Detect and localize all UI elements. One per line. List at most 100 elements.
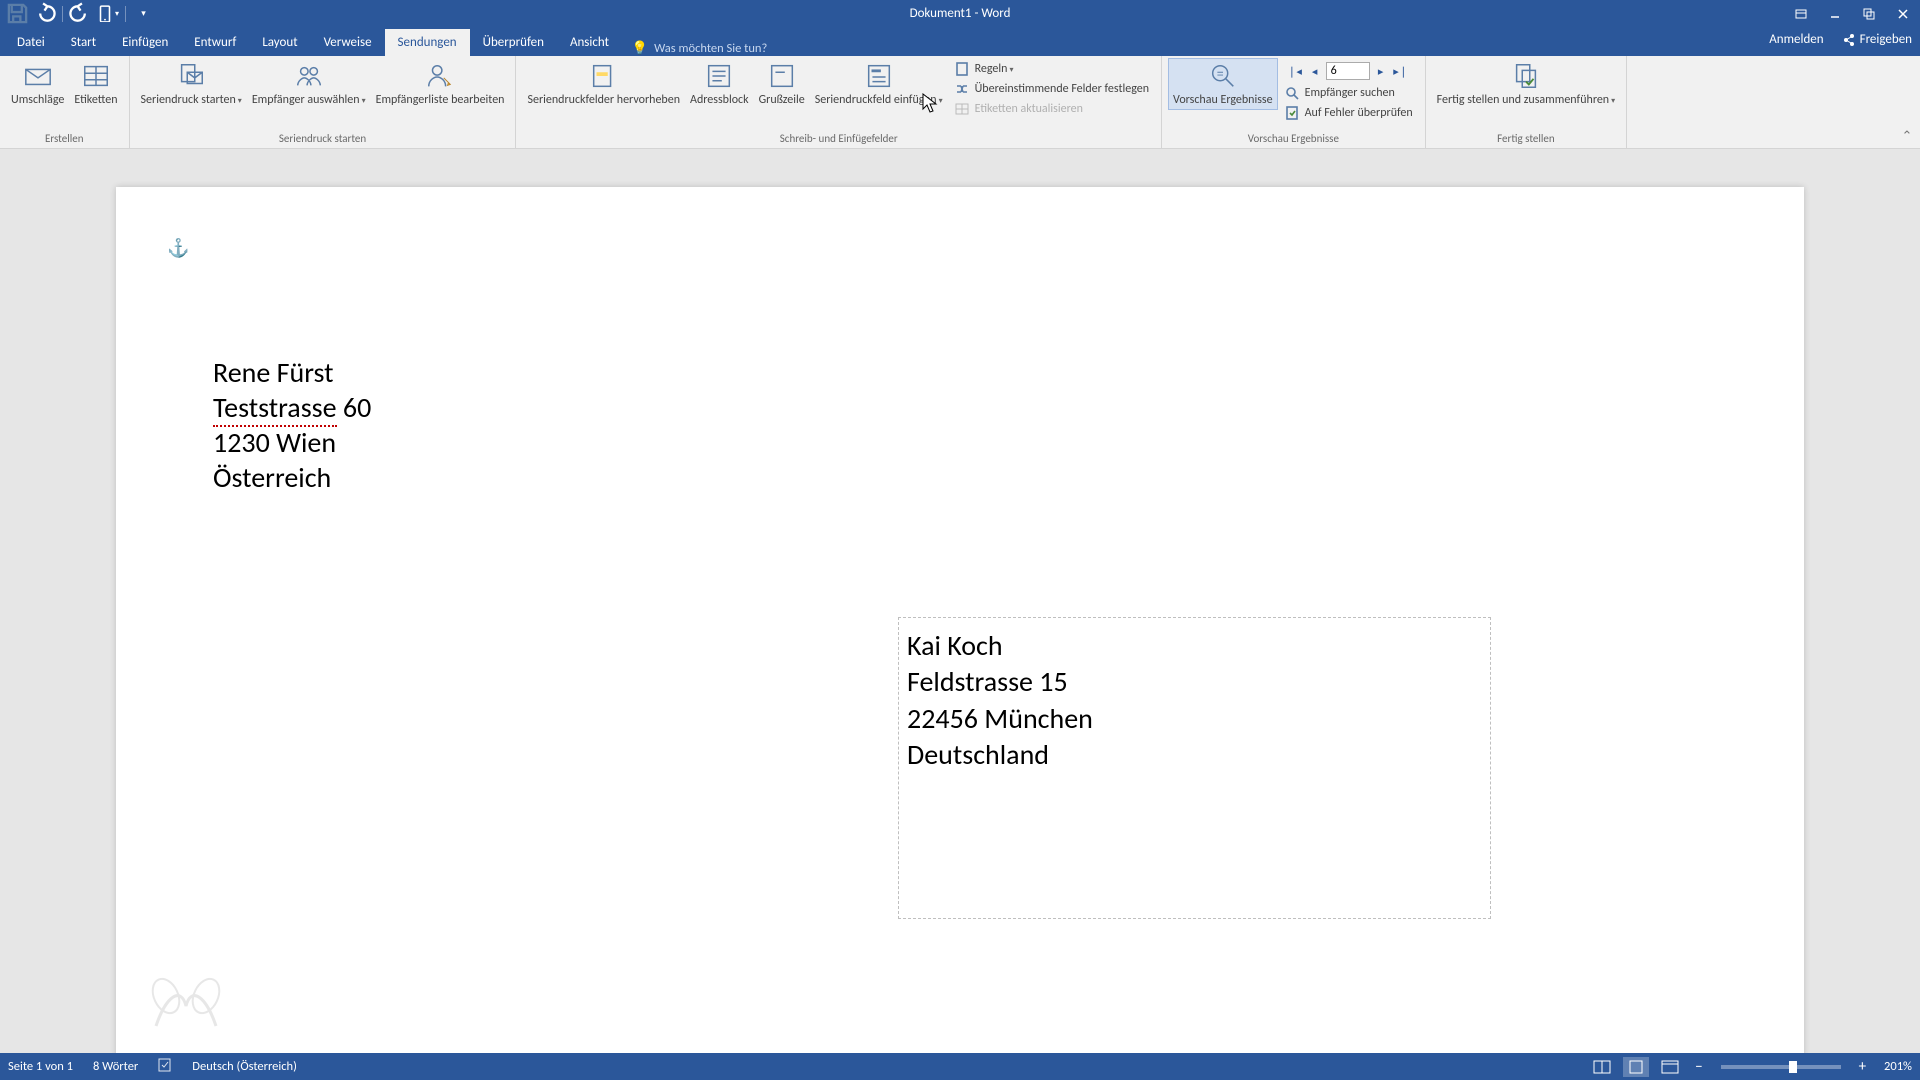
tab-design[interactable]: Entwurf bbox=[181, 29, 249, 56]
tab-home[interactable]: Start bbox=[58, 29, 109, 56]
redo-icon[interactable] bbox=[69, 2, 92, 25]
collapse-ribbon-icon[interactable]: ⌃ bbox=[1894, 56, 1920, 148]
watermark-logo bbox=[146, 971, 226, 1041]
minimize-icon[interactable] bbox=[1818, 0, 1852, 27]
finish-icon bbox=[1510, 60, 1542, 92]
highlight-fields-label: Seriendruckfelder hervorheben bbox=[527, 94, 680, 108]
start-mail-merge-label: Seriendruck starten bbox=[141, 94, 242, 108]
web-layout-icon[interactable] bbox=[1657, 1057, 1683, 1077]
recipient-country: Deutschland bbox=[907, 737, 1482, 773]
finish-merge-button[interactable]: Fertig stellen und zusammenführen bbox=[1432, 58, 1620, 110]
tab-file[interactable]: Datei bbox=[4, 29, 58, 56]
check-errors-button[interactable]: Auf Fehler überprüfen bbox=[1282, 104, 1415, 122]
status-bar: Seite 1 von 1 8 Wörter Deutsch (Österrei… bbox=[0, 1053, 1920, 1080]
greeting-icon bbox=[766, 60, 798, 92]
find-recipient-button[interactable]: Empfänger suchen bbox=[1282, 84, 1415, 102]
check-errors-label: Auf Fehler überprüfen bbox=[1305, 106, 1413, 120]
zoom-slider[interactable] bbox=[1721, 1065, 1841, 1069]
sender-country: Österreich bbox=[213, 460, 371, 495]
group-create: Umschläge Etiketten Erstellen bbox=[0, 56, 130, 148]
next-record-icon[interactable]: ▸ bbox=[1372, 62, 1390, 80]
tab-view[interactable]: Ansicht bbox=[557, 29, 622, 56]
first-record-icon[interactable]: ❘◂ bbox=[1286, 62, 1304, 80]
ribbon: Umschläge Etiketten Erstellen Seriendruc… bbox=[0, 56, 1920, 149]
merge-field-icon bbox=[863, 60, 895, 92]
title-bar: ▾ ▾ Dokument1 - Word bbox=[0, 0, 1920, 27]
maximize-icon[interactable] bbox=[1852, 0, 1886, 27]
labels-icon bbox=[80, 60, 112, 92]
share-label: Freigeben bbox=[1860, 32, 1912, 47]
status-language[interactable]: Deutsch (Österreich) bbox=[192, 1059, 297, 1074]
status-words[interactable]: 8 Wörter bbox=[93, 1059, 138, 1074]
lightbulb-icon: 💡 bbox=[632, 41, 648, 56]
select-recipients-label: Empfänger auswählen bbox=[252, 94, 366, 108]
address-block-icon bbox=[703, 60, 735, 92]
match-fields-icon bbox=[954, 81, 970, 97]
insert-merge-field-button[interactable]: Seriendruckfeld einfügen bbox=[810, 58, 948, 110]
ribbon-display-icon[interactable] bbox=[1784, 0, 1818, 27]
labels-label: Etiketten bbox=[74, 94, 117, 108]
close-icon[interactable] bbox=[1886, 0, 1920, 27]
tab-insert[interactable]: Einfügen bbox=[109, 29, 181, 56]
address-block-label: Adressblock bbox=[690, 94, 749, 108]
edit-recipients-label: Empfängerliste bearbeiten bbox=[376, 94, 505, 108]
highlight-fields-button[interactable]: Seriendruckfelder hervorheben bbox=[522, 58, 685, 110]
group-start-mm-label: Seriendruck starten bbox=[279, 132, 366, 148]
undo-icon[interactable] bbox=[33, 2, 56, 25]
tell-me-search[interactable]: 💡 Was möchten Sie tun? bbox=[632, 41, 767, 56]
zoom-out-icon[interactable]: − bbox=[1691, 1058, 1706, 1076]
match-fields-button[interactable]: Übereinstimmende Felder festlegen bbox=[952, 80, 1151, 98]
rules-label: Regeln bbox=[975, 62, 1014, 76]
tab-review[interactable]: Überprüfen bbox=[470, 29, 557, 56]
labels-button[interactable]: Etiketten bbox=[69, 58, 122, 110]
window-controls bbox=[1784, 0, 1920, 27]
tab-references[interactable]: Verweise bbox=[311, 29, 385, 56]
last-record-icon[interactable]: ▸❘ bbox=[1392, 62, 1410, 80]
sign-in-link[interactable]: Anmelden bbox=[1769, 32, 1823, 47]
record-number-input[interactable] bbox=[1326, 62, 1370, 80]
read-mode-icon[interactable] bbox=[1589, 1057, 1615, 1077]
recipients-icon bbox=[293, 60, 325, 92]
qat-customize-icon[interactable]: ▾ bbox=[132, 2, 155, 25]
recipient-textbox[interactable]: Kai Koch Feldstrasse 15 22456 München De… bbox=[898, 617, 1491, 919]
share-button[interactable]: Freigeben bbox=[1842, 32, 1912, 47]
greeting-line-button[interactable]: Grußzeile bbox=[754, 58, 810, 110]
edit-recipients-button[interactable]: Empfängerliste bearbeiten bbox=[371, 58, 510, 110]
start-mail-merge-button[interactable]: Seriendruck starten bbox=[136, 58, 247, 110]
tab-layout[interactable]: Layout bbox=[249, 29, 310, 56]
sender-address[interactable]: Rene Fürst Teststrasse 60 1230 Wien Öste… bbox=[213, 355, 371, 495]
address-block-button[interactable]: Adressblock bbox=[685, 58, 754, 110]
recipient-address: Kai Koch Feldstrasse 15 22456 München De… bbox=[907, 628, 1482, 774]
anchor-icon: ⚓ bbox=[167, 237, 189, 259]
page[interactable]: ⚓ Rene Fürst Teststrasse 60 1230 Wien Ös… bbox=[116, 187, 1804, 1057]
save-icon[interactable] bbox=[6, 2, 29, 25]
find-icon bbox=[1284, 85, 1300, 101]
match-fields-label: Übereinstimmende Felder festlegen bbox=[975, 82, 1149, 96]
envelope-icon bbox=[22, 60, 54, 92]
recipient-street: Feldstrasse 15 bbox=[907, 664, 1482, 700]
envelopes-label: Umschläge bbox=[11, 94, 64, 108]
find-recipient-label: Empfänger suchen bbox=[1305, 86, 1395, 100]
sender-street: Teststrasse 60 bbox=[213, 390, 371, 425]
update-labels-button: Etiketten aktualisieren bbox=[952, 100, 1151, 118]
touch-mode-icon[interactable]: ▾ bbox=[96, 2, 119, 25]
quick-access-toolbar: ▾ ▾ bbox=[0, 2, 155, 25]
envelopes-button[interactable]: Umschläge bbox=[6, 58, 69, 110]
zoom-in-icon[interactable]: + bbox=[1855, 1058, 1870, 1076]
tab-mailings[interactable]: Sendungen bbox=[385, 29, 470, 56]
spellcheck-icon[interactable] bbox=[158, 1058, 174, 1076]
prev-record-icon[interactable]: ◂ bbox=[1306, 62, 1324, 80]
rules-button[interactable]: Regeln bbox=[952, 60, 1151, 78]
preview-results-button[interactable]: Vorschau Ergebnisse bbox=[1168, 58, 1278, 110]
update-labels-icon bbox=[954, 101, 970, 117]
select-recipients-button[interactable]: Empfänger auswählen bbox=[247, 58, 371, 110]
print-layout-icon[interactable] bbox=[1623, 1057, 1649, 1077]
group-preview-label: Vorschau Ergebnisse bbox=[1248, 132, 1339, 148]
edit-recipients-icon bbox=[424, 60, 456, 92]
check-errors-icon bbox=[1284, 105, 1300, 121]
recipient-city: 22456 München bbox=[907, 701, 1482, 737]
zoom-level[interactable]: 201% bbox=[1884, 1059, 1912, 1074]
finish-merge-label: Fertig stellen und zusammenführen bbox=[1437, 94, 1615, 108]
status-page[interactable]: Seite 1 von 1 bbox=[8, 1059, 73, 1074]
group-create-label: Erstellen bbox=[45, 132, 84, 148]
